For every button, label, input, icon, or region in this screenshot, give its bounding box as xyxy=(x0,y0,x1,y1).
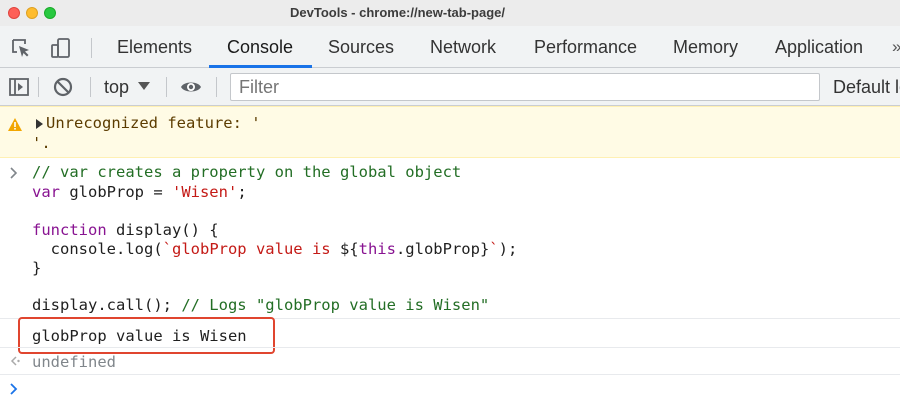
tab-performance[interactable]: Performance xyxy=(534,26,637,68)
toolbar-separator xyxy=(90,77,91,97)
context-selector[interactable]: top xyxy=(104,68,129,106)
code-comment: // var creates a property on the global … xyxy=(32,163,462,181)
filter-input[interactable] xyxy=(230,73,820,101)
warning-text: Unrecognized feature: ' xyxy=(46,114,261,132)
console-prompt-icon[interactable] xyxy=(9,383,19,395)
tab-console[interactable]: Console xyxy=(227,26,293,68)
warning-text-continued: '. xyxy=(32,134,51,152)
tab-memory[interactable]: Memory xyxy=(673,26,738,68)
return-value-icon xyxy=(10,356,20,366)
console-toolbar: top Default le xyxy=(0,68,900,106)
code-line-2: var globProp = 'Wisen'; xyxy=(32,182,247,202)
log-levels-dropdown[interactable]: Default le xyxy=(833,68,900,106)
code-text: .globProp} xyxy=(395,240,490,258)
code-text: globProp = xyxy=(60,183,172,201)
code-keyword: var xyxy=(32,183,60,201)
code-line-5: console.log(`globProp value is ${this.gl… xyxy=(32,239,518,259)
warning-icon xyxy=(8,118,22,131)
code-keyword: function xyxy=(32,221,107,239)
code-text: display() { xyxy=(106,221,219,239)
code-text: ); xyxy=(498,240,518,258)
code-string: `globProp value is xyxy=(162,240,340,258)
toolbar-separator xyxy=(38,77,39,97)
window-titlebar: DevTools - chrome://new-tab-page/ xyxy=(0,0,900,26)
eye-icon[interactable] xyxy=(180,76,202,98)
code-text: ; xyxy=(237,183,247,201)
row-separator xyxy=(0,347,900,348)
toolbar-separator xyxy=(216,77,217,97)
devtools-tabbar: Elements Console Sources Network Perform… xyxy=(0,26,900,68)
code-comment: // Logs "globProp value is Wisen" xyxy=(181,296,490,314)
code-line-4: function display() { xyxy=(32,220,219,240)
code-text: } xyxy=(32,259,42,277)
tab-network[interactable]: Network xyxy=(430,26,496,68)
code-text: ${ xyxy=(339,240,359,258)
tab-sources[interactable]: Sources xyxy=(328,26,394,68)
tab-application[interactable]: Application xyxy=(775,26,863,68)
tab-elements[interactable]: Elements xyxy=(117,26,192,68)
expand-triangle-icon[interactable] xyxy=(36,119,43,129)
code-string: 'Wisen' xyxy=(171,183,238,201)
clear-console-icon[interactable] xyxy=(52,76,74,98)
window-title: DevTools - chrome://new-tab-page/ xyxy=(290,5,506,20)
code-string: ` xyxy=(489,240,499,258)
device-toolbar-icon[interactable] xyxy=(50,37,72,59)
row-separator xyxy=(0,374,900,375)
tabbar-separator xyxy=(91,38,92,58)
show-sidebar-icon[interactable] xyxy=(8,76,30,98)
warning-message: Unrecognized feature: ' '. xyxy=(0,106,900,158)
code-line-6: } xyxy=(32,258,41,278)
more-tabs-button[interactable]: » xyxy=(892,26,900,68)
code-line-1: // var creates a property on the global … xyxy=(32,162,461,182)
code-text: display.call(); xyxy=(32,296,182,314)
return-value: undefined xyxy=(32,353,116,371)
console-messages[interactable]: Unrecognized feature: ' '. // var create… xyxy=(0,106,900,401)
code-line-8: display.call(); // Logs "globProp value … xyxy=(32,295,489,315)
toolbar-separator xyxy=(166,77,167,97)
highlight-box xyxy=(18,317,275,354)
code-text: console.log( xyxy=(32,240,163,258)
code-keyword: this xyxy=(358,240,396,258)
input-chevron-icon xyxy=(10,167,18,179)
chevron-down-icon[interactable] xyxy=(138,82,150,90)
inspect-element-icon[interactable] xyxy=(10,37,32,59)
